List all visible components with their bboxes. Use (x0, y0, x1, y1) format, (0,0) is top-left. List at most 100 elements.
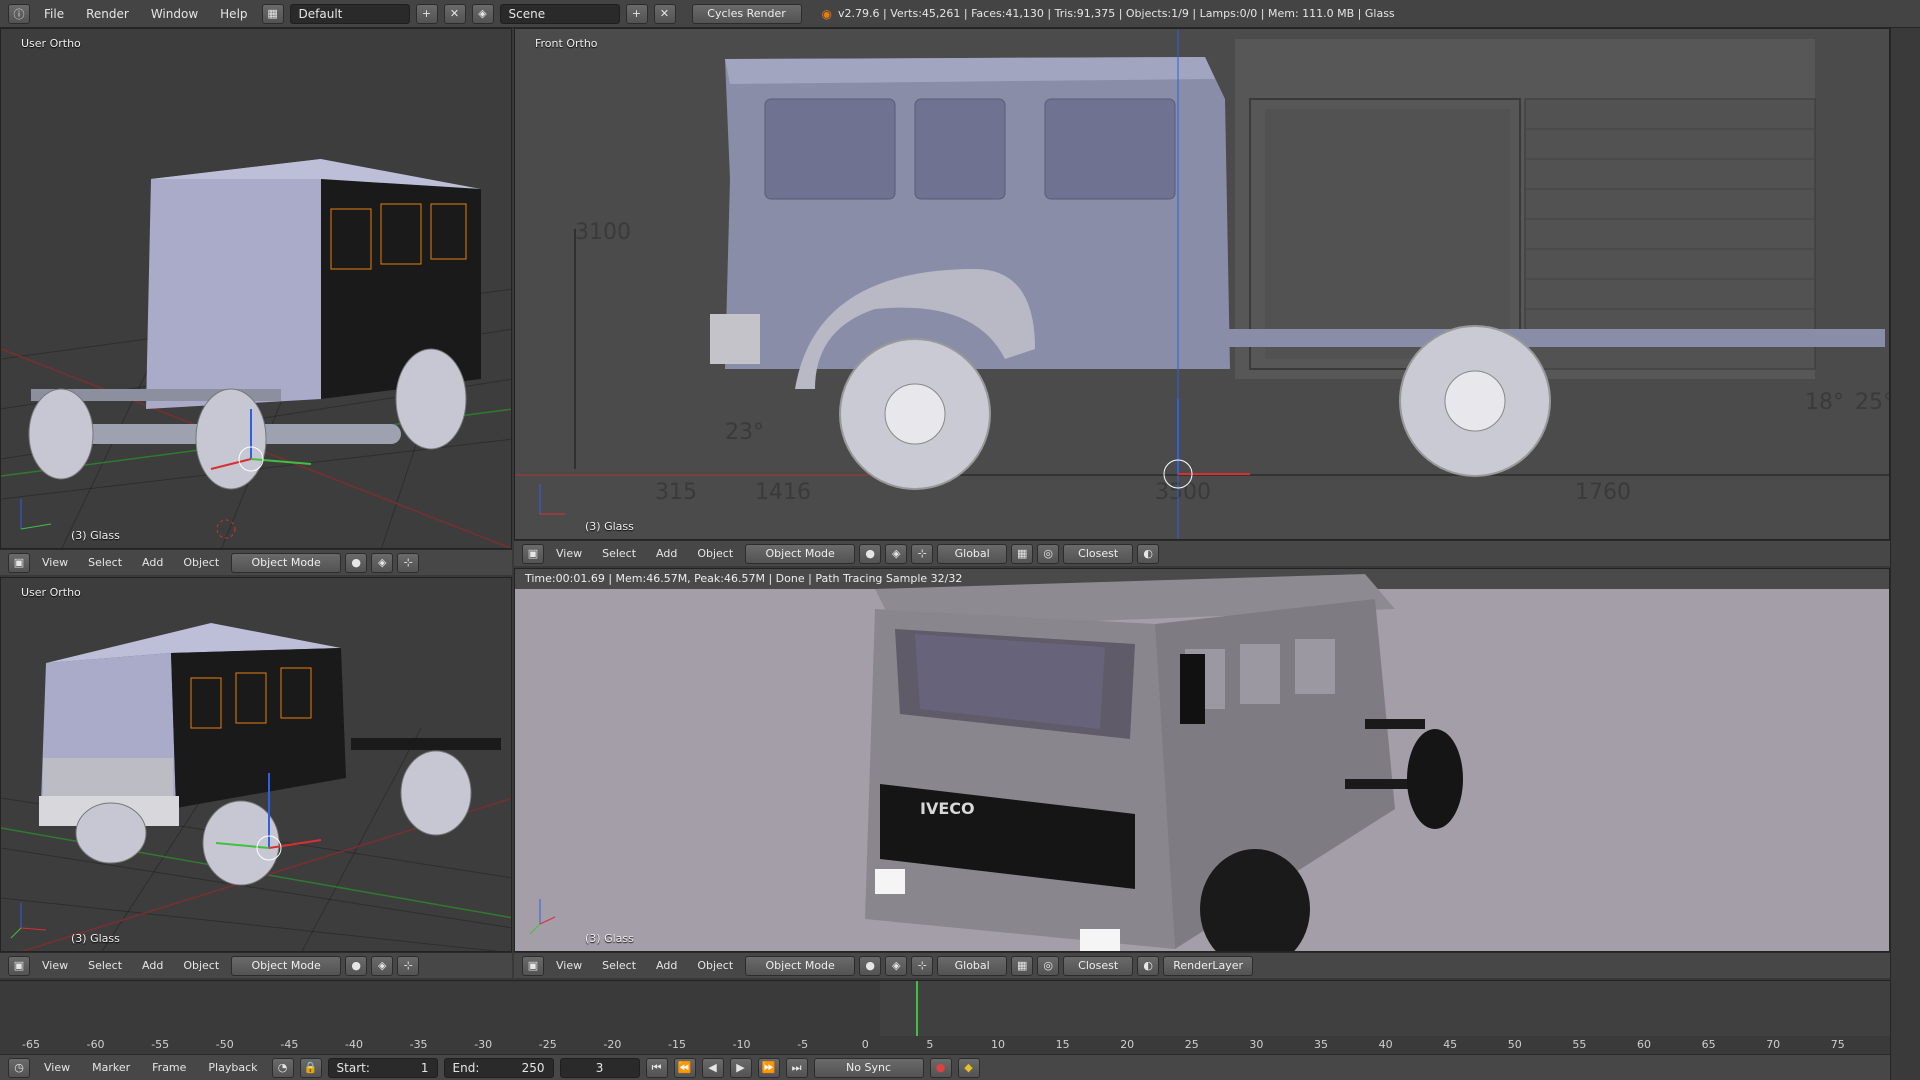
menu-frame[interactable]: Frame (144, 1061, 194, 1074)
snap-target-select[interactable]: Closest (1063, 955, 1134, 976)
proportional-edit-icon[interactable]: ◎ (1037, 543, 1060, 564)
timeline-tick-label: 75 (1830, 1038, 1845, 1051)
manipulator-icon[interactable]: ⊹ (911, 955, 934, 976)
add-scene-icon[interactable]: + (625, 3, 648, 24)
prev-keyframe-icon[interactable]: ⏪ (673, 1057, 696, 1078)
dim-3100: 3100 (575, 220, 631, 245)
timeline-tick-label: -35 (409, 1038, 428, 1051)
menu-render[interactable]: Render (78, 5, 137, 23)
menu-add[interactable]: Add (134, 959, 171, 972)
menu-view[interactable]: View (36, 1061, 78, 1074)
scene-icon[interactable]: ◈ (471, 3, 494, 24)
timeline-tick-label: -30 (474, 1038, 493, 1051)
menu-add[interactable]: Add (648, 959, 685, 972)
mode-select[interactable]: Object Mode (231, 552, 342, 573)
menu-help[interactable]: Help (212, 5, 255, 23)
sync-mode-select[interactable]: No Sync (813, 1057, 924, 1078)
lock-icon[interactable]: 🔒 (299, 1057, 322, 1078)
menu-view[interactable]: View (34, 959, 76, 972)
mode-select[interactable]: Object Mode (231, 955, 342, 976)
jump-start-icon[interactable]: ⏮ (645, 1057, 668, 1078)
iveco-logo: IVECO (920, 799, 975, 818)
menu-marker[interactable]: Marker (84, 1061, 138, 1074)
preview-range-icon[interactable]: ◔ (271, 1057, 294, 1078)
proportional-edit-icon[interactable]: ◎ (1037, 955, 1060, 976)
mode-select[interactable]: Object Mode (745, 955, 856, 976)
menu-object[interactable]: Object (689, 959, 741, 972)
render-engine-select[interactable]: Cycles Render (691, 3, 802, 24)
orientation-select[interactable]: Global (937, 543, 1008, 564)
menu-select[interactable]: Select (594, 959, 644, 972)
viewport-bottom-left[interactable]: User Ortho (3) Glass (0, 577, 512, 952)
snap-target-select[interactable]: Closest (1063, 543, 1134, 564)
timeline-header: ◷ View Marker Frame Playback ◔ 🔒 Start: 1… (0, 1054, 1890, 1080)
manipulator-icon[interactable]: ⊹ (911, 543, 934, 564)
truck-render: IVECO (529, 574, 1463, 951)
pivot-icon[interactable]: ◈ (885, 543, 908, 564)
viewport-top-left[interactable]: User Ortho (3) Glass (0, 28, 512, 549)
layers-icon[interactable]: ▦ (1011, 955, 1034, 976)
shading-icon[interactable]: ● (859, 543, 882, 564)
editor-type-icon[interactable]: ▣ (522, 955, 544, 976)
next-keyframe-icon[interactable]: ⏩ (757, 1057, 780, 1078)
info-editor-icon[interactable]: ⓘ (8, 3, 30, 24)
menu-view[interactable]: View (34, 556, 76, 569)
timeline-tick-label: -45 (280, 1038, 299, 1051)
pivot-icon[interactable]: ◈ (371, 552, 394, 573)
current-frame-marker[interactable] (916, 981, 918, 1036)
scene-selector[interactable]: Scene (499, 3, 620, 24)
dim-1416: 1416 (755, 480, 811, 505)
viewport-bottom-right[interactable]: Time:00:01.69 | Mem:46.57M, Peak:46.57M … (514, 568, 1890, 952)
menu-object[interactable]: Object (175, 959, 227, 972)
mode-select[interactable]: Object Mode (745, 543, 856, 564)
menu-object[interactable]: Object (175, 556, 227, 569)
timeline-tick-label: 30 (1249, 1038, 1264, 1051)
timeline-tick-label: -50 (215, 1038, 234, 1051)
menu-object[interactable]: Object (689, 547, 741, 560)
menu-add[interactable]: Add (648, 547, 685, 560)
menu-select[interactable]: Select (594, 547, 644, 560)
record-icon[interactable]: ● (929, 1057, 952, 1078)
editor-type-icon[interactable]: ▣ (522, 543, 544, 564)
keying-set-icon[interactable]: ◆ (957, 1057, 980, 1078)
editor-type-icon[interactable]: ▣ (8, 955, 30, 976)
layers-icon[interactable]: ▦ (1011, 543, 1034, 564)
menu-view[interactable]: View (548, 959, 590, 972)
timeline[interactable]: -65 -60 -55 -50 -45 -40 -35 -30 -25 -20 -15 -10 -5 0 5… (0, 980, 1890, 1054)
menu-playback[interactable]: Playback (200, 1061, 265, 1074)
end-frame-field[interactable]: End: 250 (443, 1057, 554, 1078)
add-layout-icon[interactable]: + (415, 3, 438, 24)
play-reverse-icon[interactable]: ◀ (701, 1057, 724, 1078)
orientation-select[interactable]: Global (937, 955, 1008, 976)
menu-window[interactable]: Window (143, 5, 206, 23)
editor-type-icon[interactable]: ▣ (8, 552, 30, 573)
timeline-tick-label: 65 (1701, 1038, 1716, 1051)
jump-end-icon[interactable]: ⏭ (785, 1057, 808, 1078)
shading-icon[interactable]: ● (345, 955, 368, 976)
timeline-tick-label: -5 (797, 1038, 809, 1051)
play-icon[interactable]: ▶ (729, 1057, 752, 1078)
render-layer-select[interactable]: RenderLayer (1163, 955, 1254, 976)
remove-scene-icon[interactable]: ✕ (653, 3, 676, 24)
start-frame-field[interactable]: Start: 1 (327, 1057, 438, 1078)
render-icon[interactable]: ◐ (1137, 955, 1160, 976)
layout-grid-icon[interactable]: ▦ (261, 3, 284, 24)
manipulator-icon[interactable]: ⊹ (397, 955, 420, 976)
pivot-icon[interactable]: ◈ (885, 955, 908, 976)
remove-layout-icon[interactable]: ✕ (443, 3, 466, 24)
render-icon[interactable]: ◐ (1137, 543, 1160, 564)
layout-selector[interactable]: Default (289, 3, 410, 24)
manipulator-icon[interactable]: ⊹ (397, 552, 420, 573)
menu-select[interactable]: Select (80, 556, 130, 569)
shading-icon[interactable]: ● (345, 552, 368, 573)
menu-add[interactable]: Add (134, 556, 171, 569)
top-header: ⓘ File Render Window Help ▦ Default + ✕ … (0, 0, 1920, 28)
editor-type-icon[interactable]: ◷ (8, 1057, 30, 1078)
menu-select[interactable]: Select (80, 959, 130, 972)
shading-icon[interactable]: ● (859, 955, 882, 976)
menu-file[interactable]: File (36, 5, 72, 23)
pivot-icon[interactable]: ◈ (371, 955, 394, 976)
menu-view[interactable]: View (548, 547, 590, 560)
viewport-top-right[interactable]: 3100 315 1416 3500 1760 23° 18° 25° Fron… (514, 28, 1890, 540)
current-frame-field[interactable]: 3 (559, 1057, 640, 1078)
